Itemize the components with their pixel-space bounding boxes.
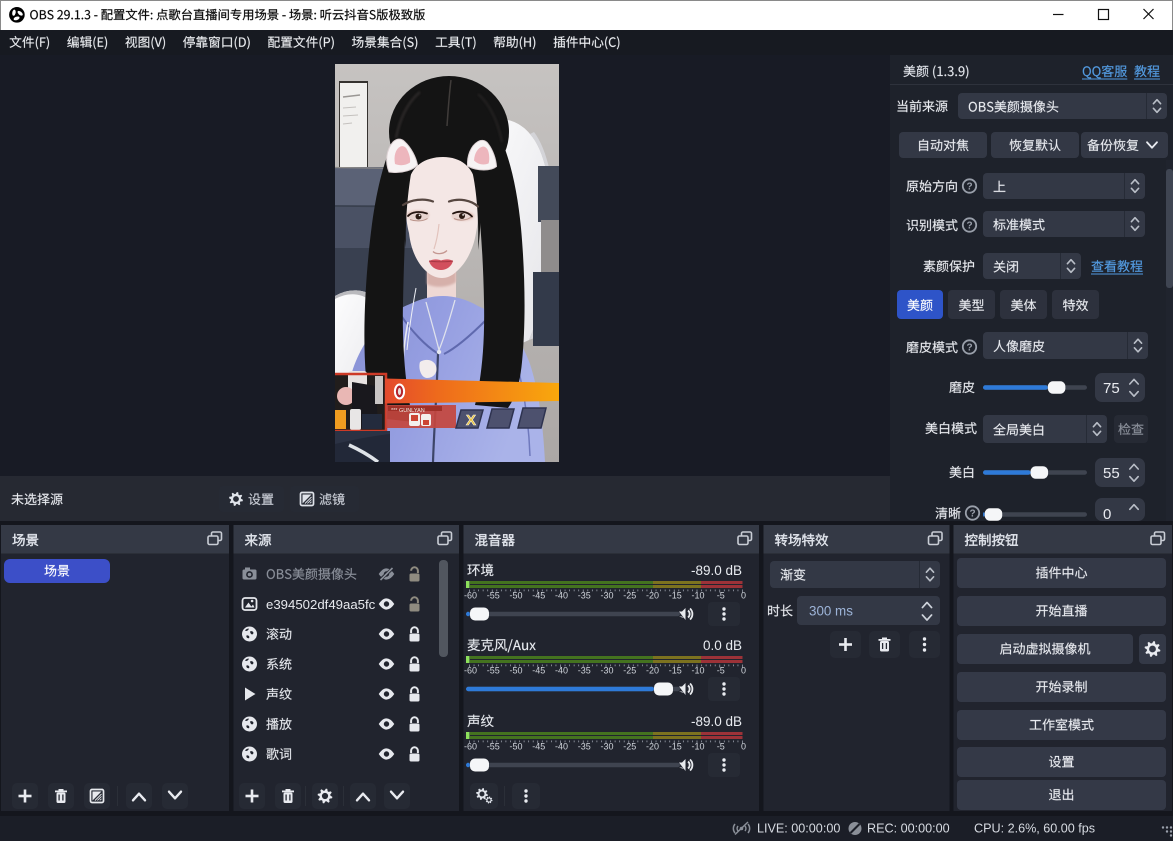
svg-text:-25: -25 [623,591,636,601]
svg-text:-55: -55 [487,666,500,676]
svg-text:-50: -50 [509,591,522,601]
svg-text:-5: -5 [717,591,725,601]
svg-text:-25: -25 [623,742,636,752]
svg-text:-60: -60 [464,666,477,676]
svg-text:-45: -45 [532,742,545,752]
svg-text:?: ? [969,509,975,520]
svg-text:-10: -10 [691,591,704,601]
svg-text:300 ms: 300 ms [809,604,853,619]
svg-text:-50: -50 [509,742,522,752]
svg-text:-5: -5 [717,666,725,676]
svg-text:*** GUNLYAN: *** GUNLYAN [391,408,425,414]
svg-text:-35: -35 [578,666,591,676]
svg-text:55: 55 [1103,465,1120,482]
svg-text:-30: -30 [600,742,613,752]
svg-text:-55: -55 [487,591,500,601]
svg-text:0: 0 [741,666,746,676]
svg-text:0.0 dB: 0.0 dB [703,638,742,653]
svg-text:-55: -55 [487,742,500,752]
svg-text:-30: -30 [600,591,613,601]
svg-text:-89.0 dB: -89.0 dB [691,563,742,578]
svg-text:-50: -50 [509,666,522,676]
svg-text:e394502df49aa5fc: e394502df49aa5fc [266,597,376,612]
svg-text:-15: -15 [669,591,682,601]
svg-text:-35: -35 [578,742,591,752]
svg-text:-15: -15 [669,666,682,676]
svg-text:-20: -20 [646,591,659,601]
svg-text:-35: -35 [578,591,591,601]
svg-text:-40: -40 [555,591,568,601]
svg-text:-10: -10 [691,742,704,752]
svg-text:LIVE: 00:00:00: LIVE: 00:00:00 [757,822,840,836]
svg-text:0: 0 [1103,506,1111,523]
svg-text:-60: -60 [464,591,477,601]
svg-text:-20: -20 [646,742,659,752]
svg-text:-45: -45 [532,666,545,676]
svg-text:-40: -40 [555,742,568,752]
svg-text:-5: -5 [717,742,725,752]
svg-text:CPU: 2.6%, 60.00 fps: CPU: 2.6%, 60.00 fps [974,822,1095,836]
svg-text:0: 0 [741,742,746,752]
svg-text:-30: -30 [600,666,613,676]
svg-text:?: ? [966,182,972,193]
svg-text:-15: -15 [669,742,682,752]
svg-text:-10: -10 [691,666,704,676]
svg-text:-60: -60 [464,742,477,752]
svg-text:-20: -20 [646,666,659,676]
svg-text:X: X [466,412,476,429]
svg-text:REC: 00:00:00: REC: 00:00:00 [867,822,950,836]
svg-text:0: 0 [741,591,746,601]
svg-text:?: ? [966,221,972,232]
svg-text:-45: -45 [532,591,545,601]
svg-text:75: 75 [1103,380,1120,397]
svg-text:-89.0 dB: -89.0 dB [691,714,742,729]
svg-text:?: ? [966,343,972,354]
svg-text:-25: -25 [623,666,636,676]
svg-text:-40: -40 [555,666,568,676]
